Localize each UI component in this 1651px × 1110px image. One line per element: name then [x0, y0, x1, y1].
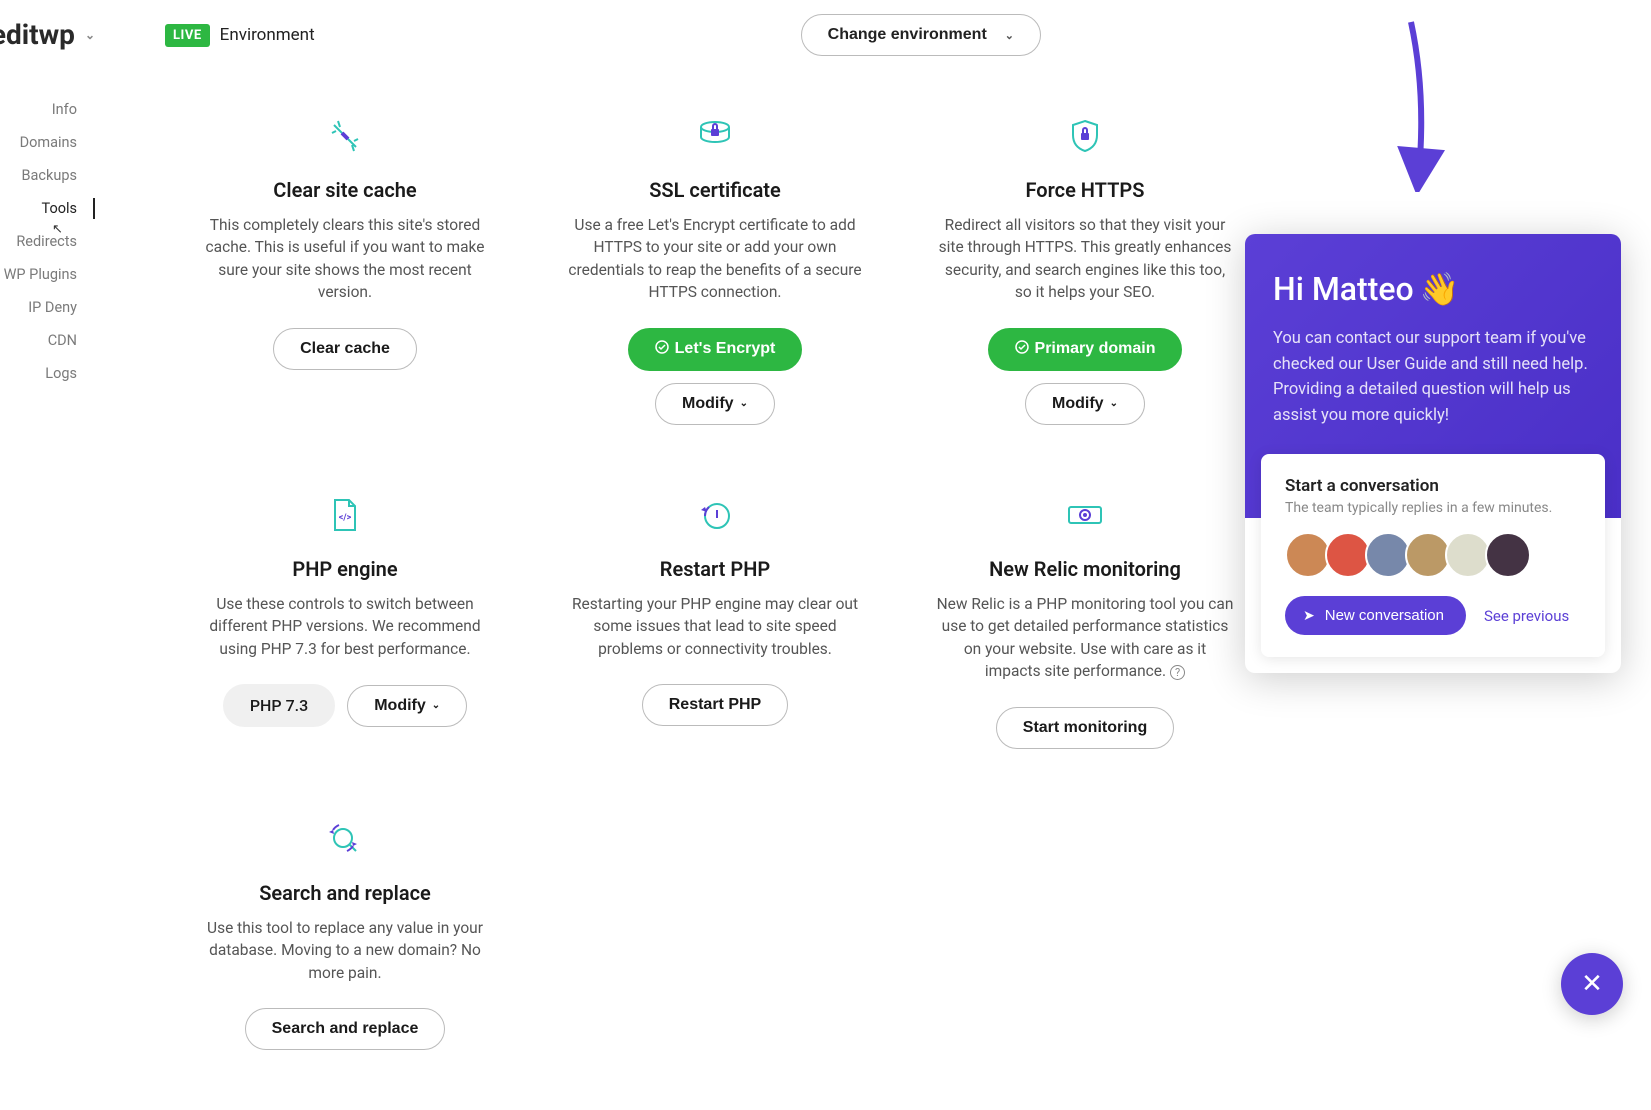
chat-card: Start a conversation The team typically …	[1261, 454, 1605, 657]
tool-title: Force HTTPS	[1026, 178, 1145, 202]
cache-secondary-button[interactable]: Clear cache	[273, 328, 417, 370]
chevron-down-icon: ⌄	[85, 28, 95, 42]
tool-desc: Redirect all visitors so that they visit…	[935, 214, 1235, 304]
svg-text:</>: </>	[339, 513, 352, 523]
tool-title: Search and replace	[259, 881, 431, 905]
brand[interactable]: editwp ⌄	[0, 18, 95, 51]
chat-subtitle: You can contact our support team if you'…	[1273, 326, 1593, 428]
chevron-down-icon: ⌄	[1110, 398, 1118, 409]
tool-title: New Relic monitoring	[989, 557, 1181, 581]
environment-label: Environment	[220, 25, 315, 45]
restart-icon	[695, 495, 735, 535]
chat-panel: Hi Matteo 👋 You can contact our support …	[1245, 234, 1621, 673]
tool-restart: Restart PHP Restarting your PHP engine ma…	[535, 495, 895, 749]
ssl-secondary-button[interactable]: Modify ⌄	[655, 383, 775, 425]
restart-secondary-button[interactable]: Restart PHP	[642, 684, 788, 726]
tool-actions: Search and replace	[245, 1008, 446, 1050]
check-icon	[1015, 340, 1029, 359]
tool-title: PHP engine	[292, 557, 397, 581]
sidebar-item-wp-plugins[interactable]: WP Plugins	[0, 258, 95, 291]
chevron-down-icon: ⌄	[432, 700, 440, 711]
search-icon	[325, 819, 365, 859]
tool-desc: Restarting your PHP engine may clear out…	[565, 593, 865, 660]
button-label: Let's Encrypt	[675, 340, 776, 358]
chevron-down-icon: ⌄	[740, 398, 748, 409]
sidebar-nav: InfoDomainsBackupsToolsRedirectsWP Plugi…	[0, 93, 95, 390]
tool-php: </> PHP engine Use these controls to switc…	[165, 495, 525, 749]
sidebar-item-backups[interactable]: Backups	[0, 159, 95, 192]
tool-title: Restart PHP	[660, 557, 770, 581]
tool-actions: Clear cache	[273, 328, 417, 370]
button-label: Search and replace	[272, 1020, 419, 1038]
newrelic-secondary-button[interactable]: Start monitoring	[996, 707, 1174, 749]
button-label: Start monitoring	[1023, 719, 1147, 737]
tool-actions: Restart PHP	[642, 684, 788, 726]
tool-title: Clear site cache	[273, 178, 416, 202]
button-label: Clear cache	[300, 340, 390, 358]
tool-desc: Use this tool to replace any value in yo…	[195, 917, 495, 984]
ssl-primary-button[interactable]: Let's Encrypt	[628, 328, 803, 371]
button-label: Modify	[374, 697, 426, 715]
chat-greeting-text: Hi Matteo	[1273, 270, 1414, 308]
check-icon	[655, 340, 669, 359]
tool-actions: Start monitoring	[996, 707, 1174, 749]
tool-title: SSL certificate	[649, 178, 781, 202]
tool-search: Search and replace Use this tool to repla…	[165, 819, 525, 1050]
search-secondary-button[interactable]: Search and replace	[245, 1008, 446, 1050]
tool-desc: This completely clears this site's store…	[195, 214, 495, 304]
change-env-label: Change environment	[828, 26, 987, 44]
new-conv-label: New conversation	[1325, 607, 1444, 624]
live-badge: LIVE	[165, 24, 210, 47]
chat-close-fab[interactable]: ✕	[1561, 953, 1623, 1015]
php-secondary-button[interactable]: Modify ⌄	[347, 685, 467, 727]
topbar: LIVE Environment Change environment ⌄	[95, 0, 1651, 76]
sidebar-item-domains[interactable]: Domains	[0, 126, 95, 159]
tool-desc: New Relic is a PHP monitoring tool you c…	[935, 593, 1235, 683]
tool-actions: Let's Encrypt Modify ⌄	[628, 328, 803, 425]
support-avatars	[1285, 532, 1581, 578]
new-conversation-button[interactable]: New conversation	[1285, 596, 1466, 635]
button-label: Restart PHP	[669, 696, 761, 714]
chevron-down-icon: ⌄	[1005, 29, 1014, 42]
chat-card-sub: The team typically replies in a few minu…	[1285, 500, 1581, 516]
see-previous-link[interactable]: See previous	[1484, 607, 1569, 625]
tool-cache: Clear site cache This completely clears t…	[165, 116, 525, 425]
chat-greeting: Hi Matteo 👋	[1273, 270, 1593, 308]
sidebar-item-ip-deny[interactable]: IP Deny	[0, 291, 95, 324]
tool-actions: PHP 7.3 Modify ⌄	[223, 684, 467, 727]
button-label: Modify	[1052, 395, 1104, 413]
tool-desc: Use these controls to switch between dif…	[195, 593, 495, 660]
php-icon: </>	[325, 495, 365, 535]
support-avatar	[1485, 532, 1531, 578]
tool-https: Force HTTPS Redirect all visitors so that…	[905, 116, 1265, 425]
brand-text: editwp	[0, 18, 75, 51]
sidebar-item-redirects[interactable]: Redirects	[0, 225, 95, 258]
tool-ssl: SSL certificate Use a free Let's Encrypt …	[535, 116, 895, 425]
ssl-icon	[695, 116, 735, 156]
sidebar-item-cdn[interactable]: CDN	[0, 324, 95, 357]
tool-desc: Use a free Let's Encrypt certificate to …	[565, 214, 865, 304]
https-secondary-button[interactable]: Modify ⌄	[1025, 383, 1145, 425]
php-version-pill: PHP 7.3	[223, 684, 335, 727]
button-label: Modify	[682, 395, 734, 413]
sidebar-item-tools[interactable]: Tools	[0, 192, 95, 225]
cache-icon	[325, 116, 365, 156]
sidebar-item-info[interactable]: Info	[0, 93, 95, 126]
send-icon	[1303, 607, 1315, 624]
change-environment-button[interactable]: Change environment ⌄	[801, 14, 1041, 56]
tool-newrelic: New Relic monitoring New Relic is a PHP m…	[905, 495, 1265, 749]
info-icon[interactable]: ?	[1170, 665, 1185, 680]
https-primary-button[interactable]: Primary domain	[988, 328, 1183, 371]
tools-grid: Clear site cache This completely clears t…	[165, 116, 1275, 1050]
wave-icon: 👋	[1420, 270, 1460, 308]
https-icon	[1065, 116, 1105, 156]
tool-actions: Primary domain Modify ⌄	[988, 328, 1183, 425]
close-icon: ✕	[1581, 969, 1603, 999]
chat-card-title: Start a conversation	[1285, 476, 1581, 496]
button-label: Primary domain	[1035, 340, 1156, 358]
sidebar-item-logs[interactable]: Logs	[0, 357, 95, 390]
newrelic-icon	[1065, 495, 1105, 535]
